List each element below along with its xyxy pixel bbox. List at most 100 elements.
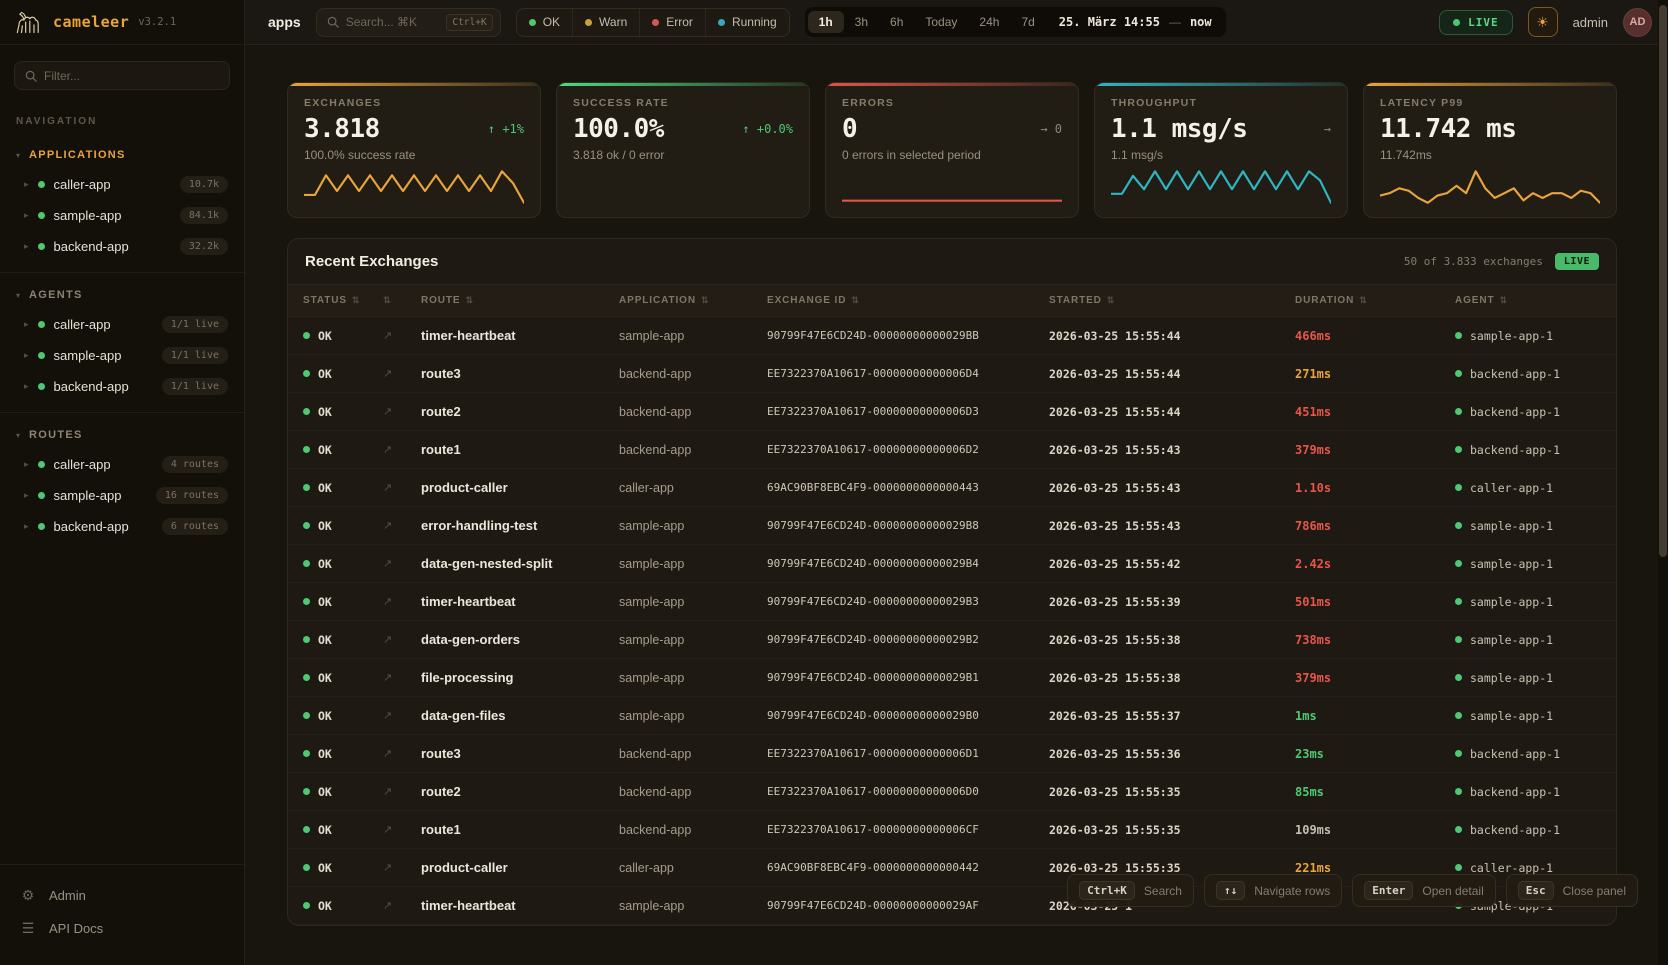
open-trace-icon[interactable]: ↗ [383,595,421,608]
status-filter-error[interactable]: Error [639,9,705,36]
sidebar-item-sample-app[interactable]: ▸sample-app1/1 live [0,340,244,371]
live-badge[interactable]: LIVE [1439,10,1513,35]
column-header-route[interactable]: ROUTE⇅ [421,295,619,306]
sidebar-item-sample-app[interactable]: ▸sample-app84.1k [0,200,244,231]
sidebar-item-caller-app[interactable]: ▸caller-app4 routes [0,449,244,480]
table-row[interactable]: OK↗product-callercaller-app69AC90BF8EBC4… [288,469,1616,507]
table-row[interactable]: OK↗route3backend-appEE7322370A10617-0000… [288,735,1616,773]
cell-status: OK [288,481,383,495]
open-trace-icon[interactable]: ↗ [383,633,421,646]
status-filter-warn[interactable]: Warn [572,9,639,36]
status-filter-group: OKWarnErrorRunning [516,8,790,37]
table-row[interactable]: OK↗route2backend-appEE7322370A10617-0000… [288,393,1616,431]
filter-input[interactable] [44,69,219,83]
kpi-card-success-rate[interactable]: SUCCESS RATE100.0%↑ +0.0%3.818 ok / 0 er… [556,82,810,218]
table-row[interactable]: OK↗data-gen-orderssample-app90799F47E6CD… [288,621,1616,659]
navigation-label: NAVIGATION [0,116,244,127]
table-row[interactable]: OK↗route1backend-appEE7322370A10617-0000… [288,811,1616,849]
open-trace-icon[interactable]: ↗ [383,785,421,798]
table-row[interactable]: OK↗route2backend-appEE7322370A10617-0000… [288,773,1616,811]
camel-logo-icon [14,10,44,35]
column-label: EXCHANGE ID [767,295,846,306]
open-trace-icon[interactable]: ↗ [383,747,421,760]
open-trace-icon[interactable]: ↗ [383,481,421,494]
page-scrollbar[interactable] [1658,0,1668,965]
cell-status: OK [288,899,383,913]
scrollbar-thumb[interactable] [1659,5,1667,557]
column-header-link[interactable]: ⇅ [383,295,421,306]
sidebar-item-backend-app[interactable]: ▸backend-app1/1 live [0,371,244,402]
section-header-applications[interactable]: ▾APPLICATIONS [0,141,244,169]
agent-label: sample-app-1 [1470,633,1553,647]
kpi-card-errors[interactable]: ERRORS0→ 00 errors in selected period [825,82,1079,218]
status-filter-running[interactable]: Running [705,9,789,36]
section-header-routes[interactable]: ▾ROUTES [0,421,244,449]
column-header-duration[interactable]: DURATION⇅ [1295,295,1455,306]
section-header-agents[interactable]: ▾AGENTS [0,281,244,309]
table-row[interactable]: OK↗timer-heartbeatsample-app90799F47E6CD… [288,583,1616,621]
cell-agent: sample-app-1 [1455,329,1616,343]
cell-route: route3 [421,746,619,761]
sidebar-item-backend-app[interactable]: ▸backend-app6 routes [0,511,244,542]
kpi-card-exchanges[interactable]: EXCHANGES3.818↑ +1%100.0% success rate [287,82,541,218]
time-range-1h[interactable]: 1h [808,11,844,33]
kpi-card-latency-p99[interactable]: LATENCY P9911.742 ms11.742ms [1363,82,1617,218]
sidebar-filter[interactable] [14,61,230,90]
sidebar-item-sample-app[interactable]: ▸sample-app16 routes [0,480,244,511]
hint-label: Search [1144,884,1182,898]
open-trace-icon[interactable]: ↗ [383,557,421,570]
status-label: OK [318,405,332,419]
table-row[interactable]: OK↗route1backend-appEE7322370A10617-0000… [288,431,1616,469]
kpi-card-throughput[interactable]: THROUGHPUT1.1 msg/s→1.1 msg/s [1094,82,1348,218]
theme-toggle-button[interactable]: ☀ [1528,7,1558,37]
user-name: admin [1573,15,1608,30]
sidebar-item-caller-app[interactable]: ▸caller-app10.7k [0,169,244,200]
open-trace-icon[interactable]: ↗ [383,329,421,342]
sidebar-item-caller-app[interactable]: ▸caller-app1/1 live [0,309,244,340]
open-trace-icon[interactable]: ↗ [383,443,421,456]
table-row[interactable]: OK↗timer-heartbeatsample-app90799F47E6CD… [288,317,1616,355]
time-range-3h[interactable]: 3h [844,11,879,33]
open-trace-icon[interactable]: ↗ [383,861,421,874]
search-icon [25,70,37,82]
date-range-display[interactable]: 25. März 14:55—now [1059,15,1212,29]
footer-item-admin[interactable]: ⚙Admin [16,879,228,912]
table-row[interactable]: OK↗data-gen-filessample-app90799F47E6CD2… [288,697,1616,735]
ok-status-dot [303,788,310,795]
time-range-7d[interactable]: 7d [1010,11,1045,33]
avatar[interactable]: AD [1623,8,1652,37]
ok-status-dot [303,712,310,719]
open-trace-icon[interactable]: ↗ [383,405,421,418]
open-trace-icon[interactable]: ↗ [383,367,421,380]
column-header-started[interactable]: STARTED⇅ [1049,295,1295,306]
hint-search: Ctrl+KSearch [1067,874,1194,907]
footer-item-api-docs[interactable]: ☰API Docs [16,912,228,945]
column-header-status[interactable]: STATUS⇅ [288,295,383,306]
open-trace-icon[interactable]: ↗ [383,823,421,836]
sidebar-item-backend-app[interactable]: ▸backend-app32.2k [0,231,244,262]
kpi-label: SUCCESS RATE [573,97,793,109]
table-row[interactable]: OK↗route3backend-appEE7322370A10617-0000… [288,355,1616,393]
ok-status-dot [303,332,310,339]
global-search[interactable]: Ctrl+K [316,8,501,37]
open-trace-icon[interactable]: ↗ [383,519,421,532]
time-range-24h[interactable]: 24h [968,11,1010,33]
column-header-application[interactable]: APPLICATION⇅ [619,295,767,306]
time-range-today[interactable]: Today [914,11,968,33]
table-row[interactable]: OK↗data-gen-nested-splitsample-app90799F… [288,545,1616,583]
open-trace-icon[interactable]: ↗ [383,899,421,912]
status-filter-ok[interactable]: OK [517,9,572,36]
open-trace-icon[interactable]: ↗ [383,671,421,684]
cell-application: backend-app [619,785,767,799]
column-header-exchange-id[interactable]: EXCHANGE ID⇅ [767,295,1049,306]
sort-icon: ⇅ [352,295,360,306]
table-row[interactable]: OK↗file-processingsample-app90799F47E6CD… [288,659,1616,697]
chevron-right-icon: ▸ [24,350,29,361]
column-header-agent[interactable]: AGENT⇅ [1455,295,1616,306]
gear-icon: ⚙ [20,887,36,904]
open-trace-icon[interactable]: ↗ [383,709,421,722]
search-input[interactable] [346,15,440,29]
status-dot [38,352,45,359]
table-row[interactable]: OK↗error-handling-testsample-app90799F47… [288,507,1616,545]
time-range-6h[interactable]: 6h [879,11,914,33]
